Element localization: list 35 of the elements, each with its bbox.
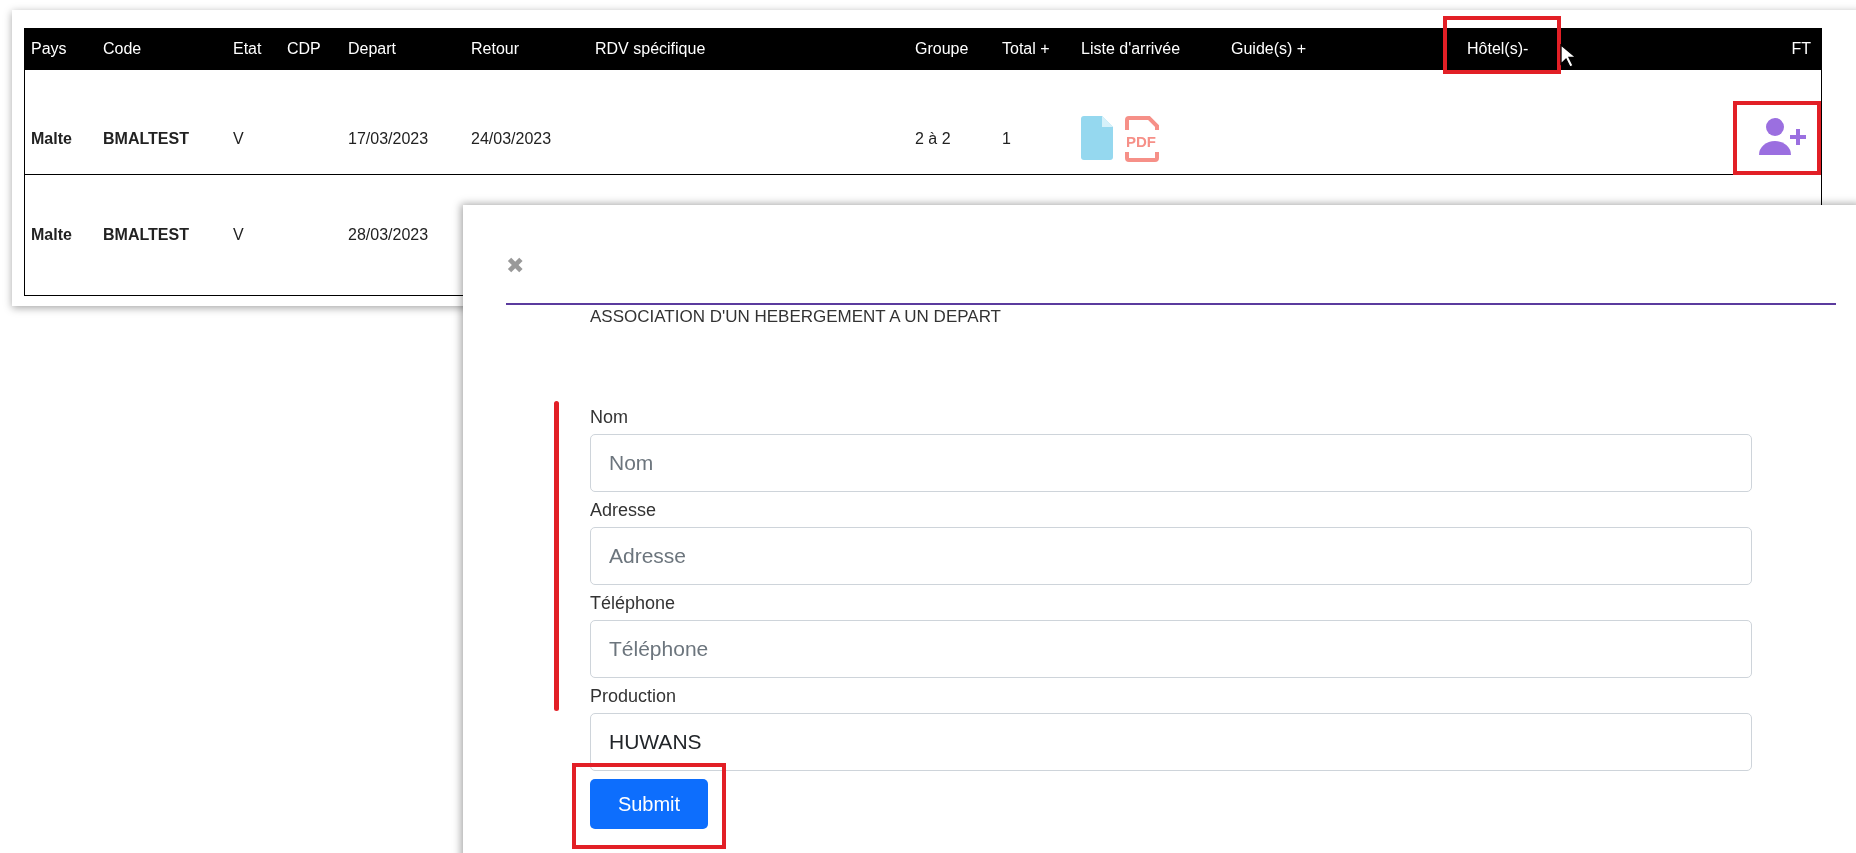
column-header[interactable]: Retour bbox=[471, 40, 520, 58]
column-header[interactable]: Code bbox=[103, 40, 142, 58]
table-cell-text: 2 à 2 bbox=[914, 130, 952, 148]
column-header[interactable]: Groupe bbox=[915, 40, 969, 58]
column-header[interactable]: Total + bbox=[1002, 40, 1050, 58]
add-user-icon[interactable] bbox=[1759, 117, 1807, 157]
table-cell-text: V bbox=[232, 226, 245, 244]
column-header[interactable]: Guide(s) + bbox=[1231, 40, 1307, 58]
table-cell-text: BMALTEST bbox=[102, 130, 190, 148]
table-cell-text: Malte bbox=[30, 130, 73, 148]
table-cell-text: 28/03/2023 bbox=[347, 226, 430, 244]
column-header[interactable]: RDV spécifique bbox=[595, 40, 706, 58]
column-header[interactable]: Liste d'arrivée bbox=[1081, 40, 1181, 58]
table-cell-text: 24/03/2023 bbox=[470, 130, 553, 148]
column-header[interactable]: FT bbox=[1791, 40, 1811, 58]
column-header[interactable]: Depart bbox=[348, 40, 397, 58]
field-label: Production bbox=[590, 686, 678, 707]
column-header[interactable]: Hôtel(s)- bbox=[1467, 40, 1529, 58]
table-cell-text: 17/03/2023 bbox=[347, 130, 430, 148]
column-header[interactable]: Etat bbox=[233, 40, 262, 58]
table-cell-text: Malte bbox=[30, 226, 73, 244]
text-field[interactable]: Téléphone bbox=[590, 620, 1752, 678]
field-label: Adresse bbox=[590, 500, 658, 521]
modal-title: ASSOCIATION D'UN HEBERGEMENT A UN DEPART bbox=[590, 307, 1001, 327]
text-field[interactable]: Adresse bbox=[590, 527, 1752, 585]
table-cell-text: V bbox=[232, 130, 245, 148]
text-field[interactable]: Nom bbox=[590, 434, 1752, 492]
field-label: Téléphone bbox=[590, 593, 677, 614]
column-header[interactable]: CDP bbox=[287, 40, 321, 58]
table-cell-text: BMALTEST bbox=[102, 226, 190, 244]
submit-button[interactable]: Submit bbox=[590, 779, 708, 829]
column-header[interactable]: Pays bbox=[31, 40, 67, 58]
field-label: Nom bbox=[590, 407, 629, 428]
text-field[interactable]: HUWANS bbox=[590, 713, 1752, 771]
table-cell-text: 1 bbox=[1001, 130, 1012, 148]
